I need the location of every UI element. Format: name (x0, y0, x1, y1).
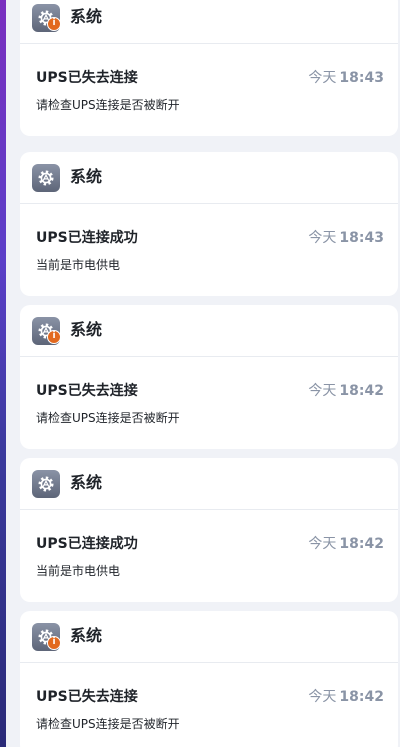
notification-day: 今天 (308, 383, 337, 399)
notification-clock: 18:43 (339, 70, 384, 86)
app-name: 系统 (70, 626, 103, 645)
notification-day: 今天 (308, 230, 337, 246)
notification-clock: 18:43 (339, 230, 384, 246)
notification-time: 今天 18:42 (308, 534, 384, 554)
gear-icon (38, 170, 54, 186)
notification-header: 系统 (20, 458, 398, 510)
app-name: 系统 (70, 7, 103, 26)
notification-card[interactable]: i 系统 UPS已失去连接 今天 18:43 请检查UPS连接是否被断开 (20, 0, 398, 136)
app-name: 系统 (70, 167, 103, 186)
notification-card[interactable]: i 系统 UPS已失去连接 今天 18:42 请检查UPS连接是否被断开 (20, 611, 398, 747)
app-name: 系统 (70, 473, 103, 492)
notification-time: 今天 18:42 (308, 381, 384, 401)
app-name: 系统 (70, 320, 103, 339)
notification-card[interactable]: 系统 UPS已连接成功 今天 18:43 当前是市电供电 (20, 152, 398, 296)
notification-header: i 系统 (20, 305, 398, 357)
notification-title: UPS已连接成功 (36, 536, 138, 552)
notification-title: UPS已失去连接 (36, 70, 138, 86)
notification-message: 当前是市电供电 (36, 564, 121, 578)
notification-time: 今天 18:43 (308, 68, 384, 88)
notification-time: 今天 18:43 (308, 228, 384, 248)
notification-message: 请检查UPS连接是否被断开 (36, 411, 180, 425)
info-badge-icon: i (47, 636, 61, 650)
notification-day: 今天 (308, 70, 337, 86)
notification-clock: 18:42 (339, 536, 384, 552)
notification-day: 今天 (308, 689, 337, 705)
system-app-icon (32, 164, 60, 192)
notification-day: 今天 (308, 536, 337, 552)
notification-header: i 系统 (20, 0, 398, 44)
notification-card[interactable]: 系统 UPS已连接成功 今天 18:42 当前是市电供电 (20, 458, 398, 602)
notification-header: 系统 (20, 152, 398, 204)
notification-clock: 18:42 (339, 383, 384, 399)
notification-panel[interactable]: i 系统 UPS已失去连接 今天 18:43 请检查UPS连接是否被断开 系统 U… (6, 0, 400, 747)
notification-clock: 18:42 (339, 689, 384, 705)
notification-message: 请检查UPS连接是否被断开 (36, 98, 180, 112)
notification-time: 今天 18:42 (308, 687, 384, 707)
notification-title: UPS已失去连接 (36, 383, 138, 399)
notification-message: 当前是市电供电 (36, 258, 121, 272)
info-badge-icon: i (47, 330, 61, 344)
notification-title: UPS已连接成功 (36, 230, 138, 246)
notification-header: i 系统 (20, 611, 398, 663)
info-badge-icon: i (47, 17, 61, 31)
gear-icon (38, 476, 54, 492)
notification-message: 请检查UPS连接是否被断开 (36, 717, 180, 731)
system-app-icon (32, 470, 60, 498)
notification-title: UPS已失去连接 (36, 689, 138, 705)
notification-card[interactable]: i 系统 UPS已失去连接 今天 18:42 请检查UPS连接是否被断开 (20, 305, 398, 449)
